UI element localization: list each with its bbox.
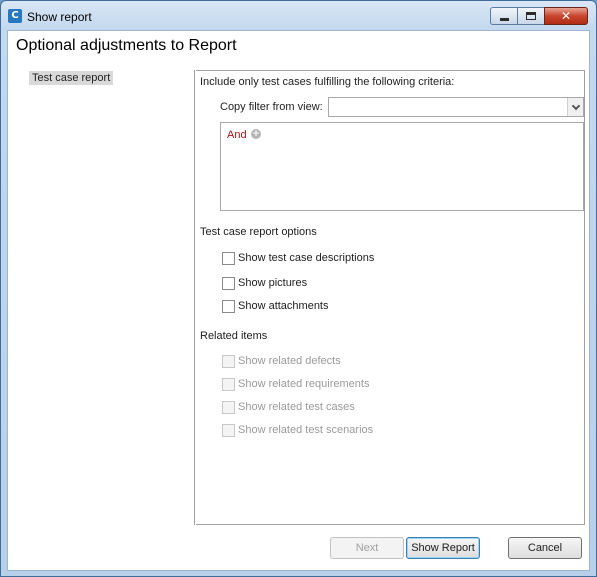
checkbox bbox=[222, 354, 235, 368]
minimize-icon bbox=[499, 17, 509, 21]
window-title: Show report bbox=[27, 10, 92, 24]
option-related-test-cases: Show related test cases bbox=[222, 400, 355, 414]
copy-filter-dropdown[interactable] bbox=[328, 97, 584, 117]
close-button[interactable]: ✕ bbox=[544, 7, 588, 25]
cancel-button[interactable]: Cancel bbox=[508, 537, 582, 559]
report-type-list: Test case report bbox=[8, 70, 195, 525]
checkbox[interactable] bbox=[222, 299, 235, 313]
checkbox-label: Show related test cases bbox=[238, 401, 355, 413]
option-related-requirements: Show related requirements bbox=[222, 377, 369, 391]
show-report-button[interactable]: Show Report bbox=[406, 537, 480, 559]
next-button: Next bbox=[330, 537, 404, 559]
report-options-panel: Include only test cases fulfilling the f… bbox=[196, 70, 585, 525]
title-bar[interactable]: C Show report ✕ bbox=[1, 1, 596, 31]
checkbox-label: Show related defects bbox=[238, 355, 341, 367]
checkbox-label: Show test case descriptions bbox=[238, 252, 375, 264]
related-items-heading: Related items bbox=[200, 330, 268, 342]
chevron-down-icon bbox=[571, 101, 580, 110]
filter-criteria-box: And + bbox=[220, 122, 584, 211]
option-show-descriptions[interactable]: Show test case descriptions bbox=[222, 251, 374, 265]
report-window: C Show report ✕ Optional adjustments to … bbox=[0, 0, 597, 577]
copy-filter-label: Copy filter from view: bbox=[220, 101, 323, 113]
checkbox-label: Show related test scenarios bbox=[238, 424, 374, 436]
minimize-button[interactable] bbox=[490, 7, 517, 25]
checkbox bbox=[222, 423, 235, 437]
option-related-defects: Show related defects bbox=[222, 354, 341, 368]
checkbox bbox=[222, 377, 235, 391]
add-circle-icon[interactable]: + bbox=[251, 129, 261, 139]
checkbox[interactable] bbox=[222, 276, 235, 290]
dialog-heading: Optional adjustments to Report bbox=[16, 37, 237, 54]
option-related-test-scenarios: Show related test scenarios bbox=[222, 423, 373, 437]
maximize-icon bbox=[526, 12, 536, 20]
nav-item-test-case-report[interactable]: Test case report bbox=[29, 71, 114, 85]
dialog-body: Optional adjustments to Report Test case… bbox=[7, 30, 590, 571]
close-icon: ✕ bbox=[560, 9, 572, 23]
option-show-pictures[interactable]: Show pictures bbox=[222, 276, 307, 290]
option-show-attachments[interactable]: Show attachments bbox=[222, 299, 329, 313]
checkbox-label: Show attachments bbox=[238, 300, 329, 312]
checkbox-label: Show related requirements bbox=[238, 378, 370, 390]
and-operator-link[interactable]: And bbox=[227, 129, 247, 141]
window-controls: ✕ bbox=[490, 7, 588, 25]
filter-intro: Include only test cases fulfilling the f… bbox=[200, 76, 455, 88]
maximize-button[interactable] bbox=[517, 7, 544, 25]
report-options-heading: Test case report options bbox=[200, 226, 317, 238]
app-logo-icon: C bbox=[8, 9, 22, 23]
checkbox-label: Show pictures bbox=[238, 277, 308, 289]
dropdown-arrow-button[interactable] bbox=[567, 98, 583, 116]
checkbox[interactable] bbox=[222, 251, 235, 265]
checkbox bbox=[222, 400, 235, 414]
